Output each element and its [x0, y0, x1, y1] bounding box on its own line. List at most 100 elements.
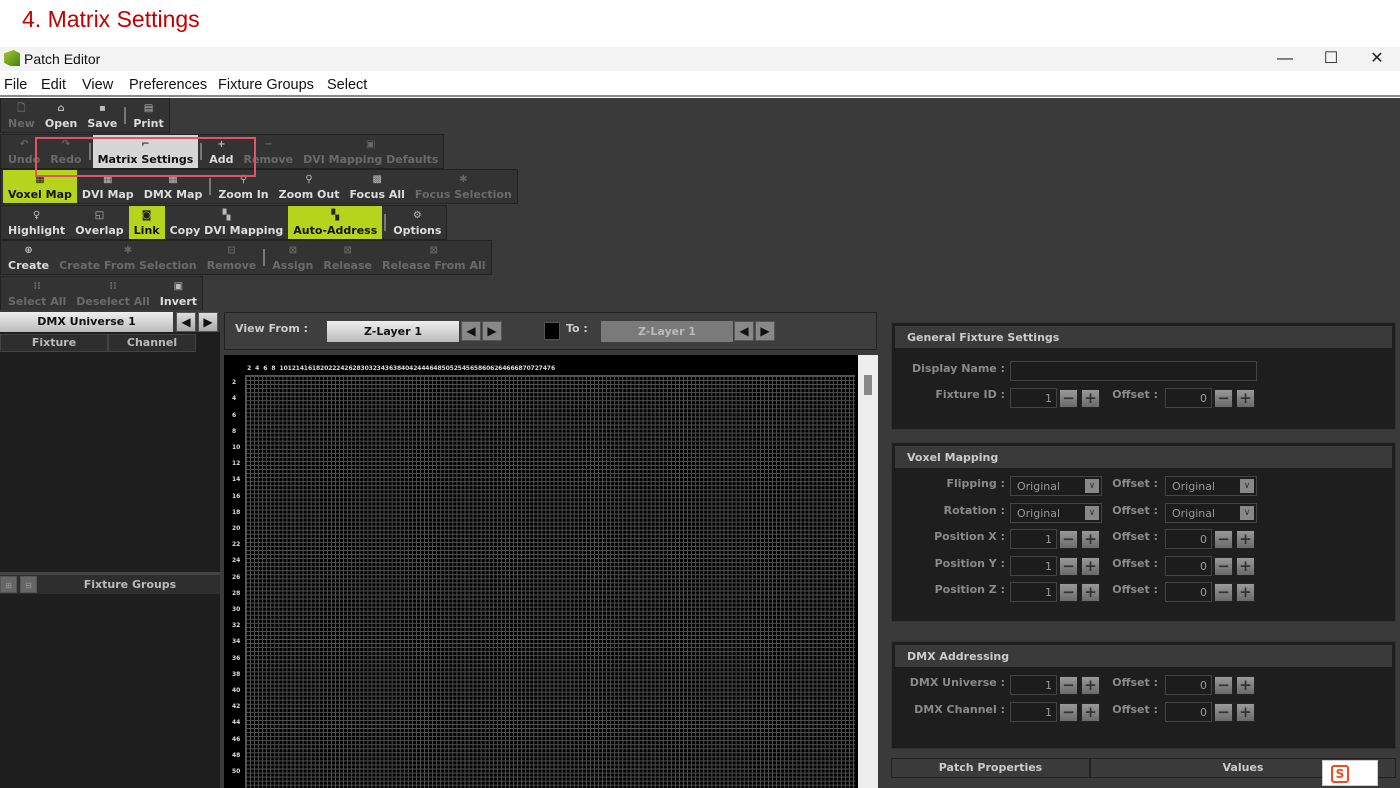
chevron-down-icon[interactable]: ∨ — [1085, 479, 1099, 493]
decrement-button[interactable]: − — [1214, 702, 1233, 722]
view-from-select[interactable]: Z-Layer 1 — [327, 321, 459, 342]
increment-button[interactable]: + — [1081, 530, 1100, 549]
column-fixture[interactable]: Fixture — [0, 334, 108, 352]
menu-fixture-groups[interactable]: Fixture Groups — [218, 77, 314, 93]
voxel-map-button[interactable]: ▦ Voxel Map — [3, 170, 77, 203]
chevron-down-icon[interactable]: ∨ — [1085, 505, 1099, 520]
number-input[interactable]: 1 — [1010, 701, 1057, 722]
dropdown[interactable]: Original ∨ — [1010, 502, 1102, 523]
dropdown[interactable]: Original ∨ — [1165, 502, 1257, 523]
increment-button[interactable]: + — [1081, 583, 1100, 602]
offset-increment[interactable]: + — [1236, 389, 1255, 408]
number-input[interactable]: 1 — [1010, 582, 1057, 602]
decrement-button[interactable]: − — [1059, 530, 1078, 549]
print-button[interactable]: ▤ Print — [128, 99, 168, 132]
voxel-grid[interactable]: 2 4 6 8 10 12 14 16 18 20 22 24 26 28 30 32 34 36 38 40 42 44… — [224, 355, 858, 788]
zoom-in-button[interactable]: ⚲ Zoom In — [213, 170, 273, 203]
overlap-button[interactable]: ◱ Overlap — [70, 206, 128, 239]
increment-button[interactable]: + — [1081, 676, 1100, 695]
increment-button[interactable]: + — [1236, 583, 1255, 602]
decrement-button[interactable]: − — [1214, 556, 1233, 576]
close-button[interactable]: ✕ — [1362, 48, 1392, 70]
menu-select[interactable]: Select — [327, 77, 367, 93]
increment-button[interactable]: + — [1236, 556, 1255, 576]
to-next-button[interactable]: ▶ — [755, 321, 775, 341]
ime-indicator[interactable]: S — [1322, 760, 1378, 786]
add-button[interactable]: + Add — [204, 135, 238, 168]
open-button[interactable]: ⌂ Open — [40, 99, 83, 132]
next-universe-button[interactable]: ▶ — [198, 312, 218, 332]
decrement-button[interactable]: − — [1214, 530, 1233, 549]
number-input[interactable]: 0 — [1165, 529, 1212, 549]
prev-universe-button[interactable]: ◀ — [176, 312, 196, 332]
number-input[interactable]: 0 — [1165, 675, 1212, 695]
maximize-button[interactable]: ☐ — [1316, 48, 1346, 70]
assign-button[interactable]: ⊠ Assign — [267, 241, 318, 274]
link-button[interactable]: ◙ Link — [128, 205, 165, 239]
minimize-button[interactable]: — — [1270, 48, 1300, 70]
increment-button[interactable]: + — [1236, 676, 1255, 695]
scrollbar-thumb[interactable] — [864, 375, 872, 395]
invert-button[interactable]: ▣ Invert — [155, 277, 202, 310]
column-channel[interactable]: Channel — [108, 334, 196, 352]
undo-button[interactable]: ↶ Undo — [3, 135, 45, 168]
create-from-selection-button[interactable]: ✱ Create From Selection — [54, 241, 202, 274]
decrement-button[interactable]: − — [1059, 702, 1078, 722]
group-expand-icon[interactable]: ⊞ — [0, 576, 17, 593]
to-checkbox[interactable] — [544, 322, 560, 340]
number-input[interactable]: 0 — [1165, 582, 1212, 602]
column-patch-properties[interactable]: Patch Properties — [891, 758, 1090, 778]
decrement-button[interactable]: − — [1059, 676, 1078, 695]
redo-button[interactable]: ↷ Redo — [45, 135, 86, 168]
menu-file[interactable]: File — [4, 77, 27, 93]
remove-button[interactable]: − Remove — [239, 135, 299, 168]
create-button[interactable]: ⊕ Create — [3, 241, 54, 274]
decrement-button[interactable]: − — [1214, 676, 1233, 695]
remove-button[interactable]: ⊟ Remove — [202, 241, 262, 274]
copy-dvi-mapping-button[interactable]: ▚ Copy DVI Mapping — [165, 206, 289, 239]
number-input[interactable]: 1 — [1010, 555, 1057, 576]
number-input[interactable]: 1 — [1010, 675, 1057, 695]
view-to-select[interactable]: Z-Layer 1 — [601, 321, 733, 342]
menu-edit[interactable]: Edit — [41, 77, 66, 93]
new-button[interactable]: 🗋 New — [3, 99, 40, 132]
vertical-scrollbar[interactable] — [858, 355, 878, 788]
options-button[interactable]: ⚙ Options — [388, 206, 446, 239]
number-input[interactable]: 0 — [1165, 701, 1212, 722]
focus-selection-button[interactable]: ✱ Focus Selection — [410, 170, 517, 203]
zoom-out-button[interactable]: ⚲ Zoom Out — [274, 170, 345, 203]
auto-address-button[interactable]: ▚ Auto-Address — [288, 205, 383, 239]
matrix-settings-button[interactable]: ⌐ Matrix Settings — [92, 134, 199, 168]
increment-button[interactable]: + — [1081, 556, 1100, 576]
dropdown[interactable]: Original ∨ — [1165, 476, 1257, 496]
dmx-map-button[interactable]: ▦ DMX Map — [139, 170, 208, 203]
from-next-button[interactable]: ▶ — [482, 321, 502, 341]
increment-button[interactable]: + — [1081, 702, 1100, 722]
decrement-button[interactable]: − — [1214, 583, 1233, 602]
to-prev-button[interactable]: ◀ — [734, 321, 754, 341]
decrement-button[interactable]: − — [1059, 583, 1078, 602]
fixture-id-offset-input[interactable]: 0 — [1165, 388, 1212, 408]
menu-view[interactable]: View — [82, 77, 113, 93]
increment-button[interactable]: + — [1236, 530, 1255, 549]
from-prev-button[interactable]: ◀ — [461, 321, 481, 341]
dropdown[interactable]: Original ∨ — [1010, 476, 1102, 496]
chevron-down-icon[interactable]: ∨ — [1240, 505, 1254, 520]
menu-preferences[interactable]: Preferences — [129, 77, 207, 93]
save-button[interactable]: ▪ Save — [82, 99, 122, 132]
release-from-all-button[interactable]: ⊠ Release From All — [377, 241, 491, 274]
universe-selector[interactable]: DMX Universe 1 — [0, 312, 173, 332]
increment-button[interactable]: + — [1236, 702, 1255, 722]
dvi-map-button[interactable]: ▦ DVI Map — [77, 170, 139, 203]
grid-cells[interactable] — [245, 375, 855, 788]
release-button[interactable]: ⊠ Release — [318, 241, 377, 274]
offset-decrement[interactable]: − — [1214, 389, 1233, 408]
display-name-input[interactable] — [1010, 361, 1257, 381]
number-input[interactable]: 0 — [1165, 555, 1212, 576]
group-collapse-icon[interactable]: ⊟ — [20, 576, 37, 593]
number-input[interactable]: 1 — [1010, 529, 1057, 549]
select-all-button[interactable]: ⁝⁝ Select All — [3, 277, 71, 310]
highlight-button[interactable]: ♀ Highlight — [3, 206, 70, 239]
dvi-mapping-defaults-button[interactable]: ▣ DVI Mapping Defaults — [298, 135, 443, 168]
focus-all-button[interactable]: ▩ Focus All — [344, 170, 409, 203]
